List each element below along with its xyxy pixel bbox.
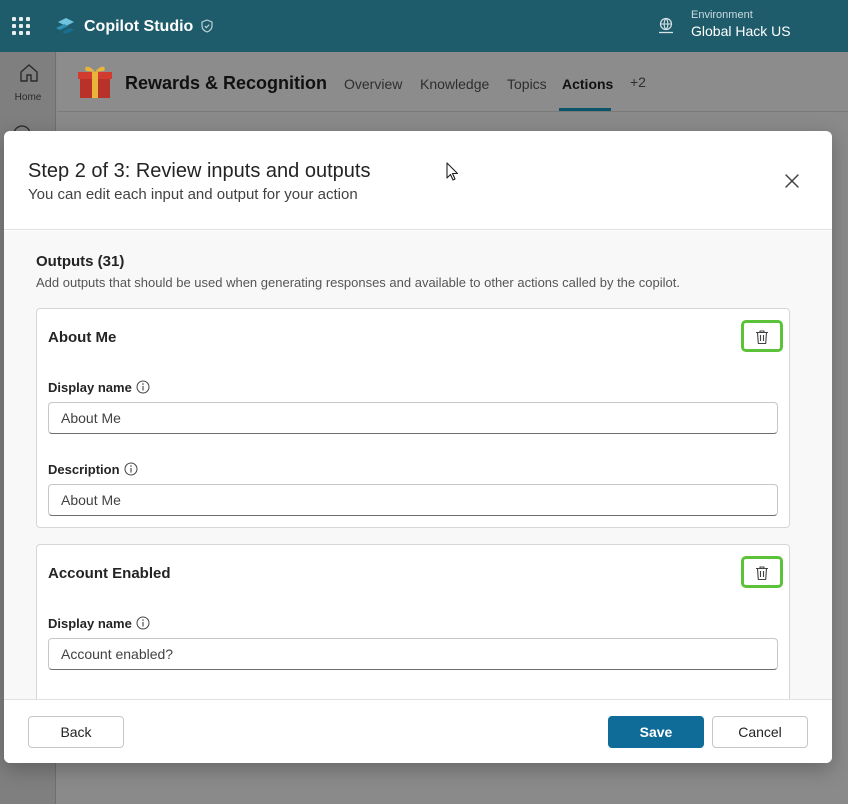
info-icon[interactable] [136,616,150,630]
review-dialog: Step 2 of 3: Review inputs and outputs Y… [4,131,832,763]
outputs-description: Add outputs that should be used when gen… [36,275,680,290]
top-bar: Copilot Studio Environment Global Hack U… [0,0,848,52]
dialog-body[interactable]: Outputs (31) Add outputs that should be … [4,231,832,699]
back-button[interactable]: Back [28,716,124,748]
save-button[interactable]: Save [608,716,704,748]
tab-topics[interactable]: Topics [507,76,547,92]
agent-title: Rewards & Recognition [125,73,328,93]
delete-output-button[interactable] [741,556,783,588]
display-name-label: Display name [48,616,150,631]
environment-name[interactable]: Global Hack US [691,23,791,39]
output-card: Account Enabled Display name [36,544,790,699]
rail-item-home[interactable]: Home [8,60,48,108]
tab-overview[interactable]: Overview [344,76,402,92]
tab-actions[interactable]: Actions [562,76,613,92]
description-label: Description [48,462,138,477]
trash-icon [756,566,768,581]
gift-icon [78,66,112,98]
display-name-input[interactable] [48,638,778,670]
display-name-label: Display name [48,380,150,395]
trash-icon [756,330,768,345]
app-launcher-icon[interactable] [12,17,30,35]
environment-icon[interactable] [657,17,675,35]
environment-label: Environment [691,9,753,21]
app-name: Copilot Studio [84,18,194,35]
rail-home-label: Home [14,92,42,103]
cancel-button[interactable]: Cancel [712,716,808,748]
close-icon[interactable] [781,170,803,192]
dialog-subtitle: You can edit each input and output for y… [28,186,358,203]
delete-output-button[interactable] [741,320,783,352]
info-icon[interactable] [124,462,138,476]
display-name-input[interactable] [48,402,778,434]
dialog-title: Step 2 of 3: Review inputs and outputs [28,160,371,182]
agent-header: Rewards & Recognition Overview Knowledge… [57,52,848,112]
dialog-footer: Back Save Cancel [4,699,832,763]
dialog-header: Step 2 of 3: Review inputs and outputs Y… [4,131,832,230]
outputs-title: Outputs (31) [36,253,125,270]
tab-more[interactable]: +2 [630,74,646,90]
output-card-title: Account Enabled [48,565,171,582]
mouse-cursor-icon [446,162,459,181]
tab-knowledge[interactable]: Knowledge [420,76,489,92]
active-tab-indicator [559,108,611,111]
output-card: About Me Display name Description [36,308,790,528]
home-icon [20,64,38,82]
shield-icon [201,19,213,33]
output-card-title: About Me [48,329,117,346]
copilot-studio-logo [56,18,74,34]
info-icon[interactable] [136,380,150,394]
description-input[interactable] [48,484,778,516]
